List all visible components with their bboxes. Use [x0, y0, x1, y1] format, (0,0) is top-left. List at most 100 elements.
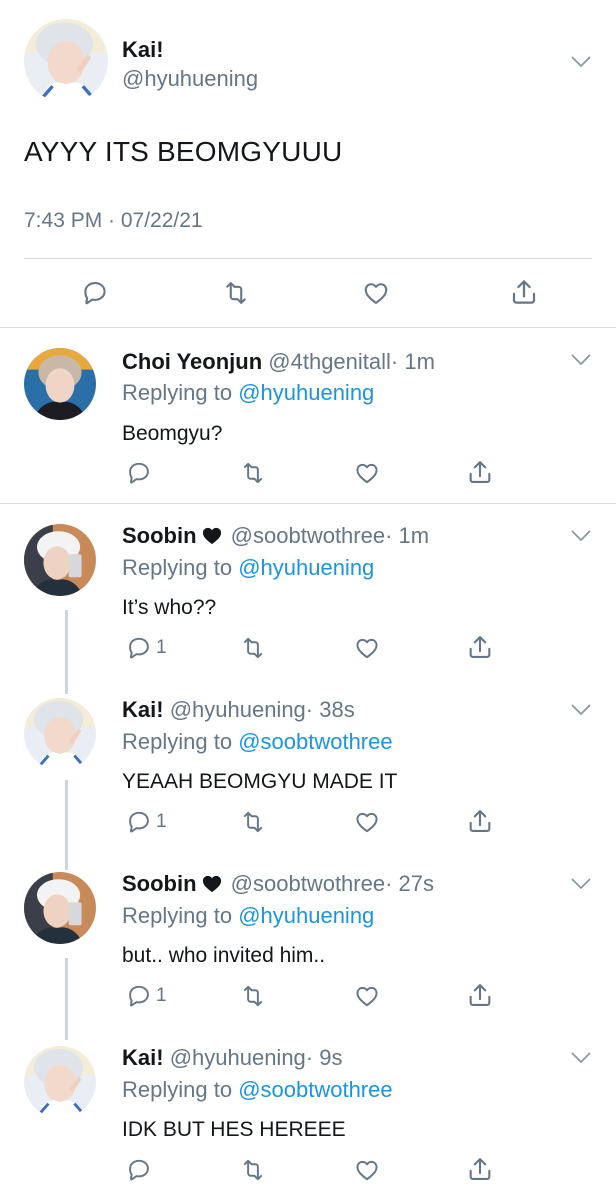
reply-time: · 1m	[390, 349, 435, 374]
mention-link[interactable]: @soobtwothree	[238, 729, 392, 754]
reply-tweet[interactable]: Soobin @soobtwothree· 27s Replying to @h…	[0, 852, 616, 1022]
retweet-button[interactable]	[239, 809, 267, 835]
like-button[interactable]	[353, 1157, 381, 1183]
reply-text: but.. who invited him..	[122, 944, 326, 967]
share-button[interactable]	[466, 633, 494, 661]
like-button[interactable]	[353, 983, 381, 1009]
retweet-icon	[221, 279, 251, 307]
replying-prefix: Replying to	[122, 1077, 239, 1102]
reply-time: · 9s	[305, 1045, 343, 1070]
chevron-down-icon[interactable]	[571, 354, 591, 366]
reply-button[interactable]	[126, 1157, 156, 1183]
share-icon	[466, 458, 494, 486]
share-button[interactable]	[509, 277, 539, 307]
reply-icon	[126, 809, 152, 835]
reply-button[interactable]: 1	[126, 809, 167, 835]
replying-to: Replying to @hyuhuening	[122, 903, 374, 929]
retweet-icon	[239, 983, 267, 1009]
replying-to: Replying to @hyuhuening	[122, 380, 374, 406]
chevron-down-icon[interactable]	[571, 1052, 591, 1064]
reply-header: Choi Yeonjun @4thgenitall· 1m	[122, 349, 435, 375]
author-name[interactable]: Soobin	[122, 871, 197, 896]
heart-icon	[202, 875, 221, 893]
share-button[interactable]	[466, 458, 494, 486]
avatar[interactable]	[24, 698, 96, 770]
author-handle[interactable]: @soobtwothree	[231, 871, 385, 896]
reply-time: · 27s	[385, 871, 435, 896]
author-name[interactable]: Soobin	[122, 523, 197, 548]
like-icon	[353, 460, 381, 486]
reply-text: It’s who??	[122, 596, 217, 619]
like-icon	[353, 983, 381, 1009]
retweet-icon	[239, 1157, 267, 1183]
retweet-button[interactable]	[239, 983, 267, 1009]
main-tweet: Kai! @hyuhuening AYYY ITS BEOMGYUUU 7:43…	[0, 0, 616, 328]
chevron-down-icon[interactable]	[571, 704, 591, 716]
reply-icon	[126, 983, 152, 1009]
retweet-button[interactable]	[221, 279, 251, 307]
reply-tweet[interactable]: Soobin @soobtwothree· 1m Replying to @hy…	[0, 504, 616, 674]
author-name[interactable]: Kai!	[122, 697, 164, 722]
reply-text: IDK BUT HES HEREEE	[122, 1118, 346, 1141]
avatar[interactable]	[24, 524, 96, 596]
reply-header: Soobin @soobtwothree· 27s	[122, 871, 434, 897]
like-button[interactable]	[353, 635, 381, 661]
author-handle[interactable]: @hyuhuening	[122, 66, 258, 92]
author-handle[interactable]: @hyuhuening	[170, 1045, 306, 1070]
mention-link[interactable]: @hyuhuening	[238, 903, 374, 928]
reply-header: Kai! @hyuhuening· 9s	[122, 1045, 342, 1071]
author-name[interactable]: Kai!	[122, 37, 164, 63]
tweet-text: AYYY ITS BEOMGYUUU	[24, 136, 343, 167]
chevron-down-icon[interactable]	[571, 530, 591, 542]
like-button[interactable]	[353, 460, 381, 486]
author-name[interactable]: Choi Yeonjun	[122, 349, 262, 374]
retweet-button[interactable]	[239, 1157, 267, 1183]
author-handle[interactable]: @hyuhuening	[170, 697, 306, 722]
retweet-button[interactable]	[239, 460, 267, 486]
reply-button[interactable]	[81, 279, 109, 307]
avatar[interactable]	[24, 1046, 96, 1118]
like-button[interactable]	[361, 279, 391, 307]
reply-text: Beomgyu?	[122, 422, 223, 445]
reply-icon	[126, 460, 152, 486]
mention-link[interactable]: @hyuhuening	[238, 555, 374, 580]
reply-button[interactable]: 1	[126, 635, 167, 661]
chevron-down-icon[interactable]	[571, 56, 591, 68]
reply-button[interactable]: 1	[126, 983, 167, 1009]
retweet-icon	[239, 635, 267, 661]
share-icon	[466, 807, 494, 835]
replying-to: Replying to @soobtwothree	[122, 729, 393, 755]
share-button[interactable]	[466, 1155, 494, 1183]
share-icon	[509, 277, 539, 307]
retweet-button[interactable]	[239, 635, 267, 661]
author-handle[interactable]: @4thgenitall	[268, 349, 391, 374]
reply-icon	[126, 635, 152, 661]
reply-text: YEAAH BEOMGYU MADE IT	[122, 770, 398, 793]
like-button[interactable]	[353, 809, 381, 835]
divider	[24, 258, 592, 259]
reply-button[interactable]	[126, 460, 156, 486]
avatar[interactable]	[24, 872, 96, 944]
author-handle[interactable]: @soobtwothree	[231, 523, 385, 548]
reply-tweet[interactable]: Kai! @hyuhuening· 38s Replying to @soobt…	[0, 678, 616, 848]
like-icon	[353, 1157, 381, 1183]
chevron-down-icon[interactable]	[571, 878, 591, 890]
avatar[interactable]	[24, 19, 108, 103]
mention-link[interactable]: @soobtwothree	[238, 1077, 392, 1102]
tweet-timestamp[interactable]: 7:43 PM · 07/22/21	[24, 209, 203, 233]
share-button[interactable]	[466, 807, 494, 835]
mention-link[interactable]: @hyuhuening	[238, 380, 374, 405]
reply-count: 1	[156, 637, 167, 658]
share-button[interactable]	[466, 981, 494, 1009]
replying-prefix: Replying to	[122, 555, 239, 580]
reply-tweet[interactable]: Choi Yeonjun @4thgenitall· 1m Replying t…	[0, 328, 616, 503]
share-icon	[466, 1155, 494, 1183]
replying-to: Replying to @soobtwothree	[122, 1077, 393, 1103]
heart-icon	[202, 527, 221, 545]
author-name[interactable]: Kai!	[122, 1045, 164, 1070]
reply-tweet[interactable]: Kai! @hyuhuening· 9s Replying to @soobtw…	[0, 1026, 616, 1200]
replying-prefix: Replying to	[122, 729, 239, 754]
like-icon	[353, 809, 381, 835]
avatar[interactable]	[24, 348, 96, 420]
retweet-icon	[239, 460, 267, 486]
